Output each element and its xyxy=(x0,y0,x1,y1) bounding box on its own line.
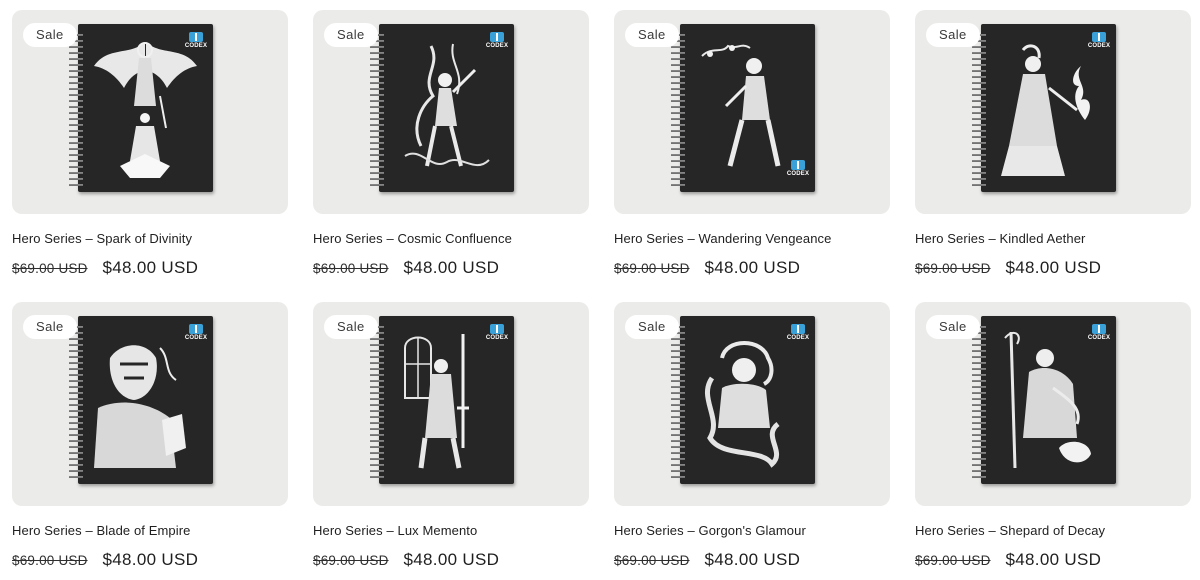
price-row: $69.00 USD $48.00 USD xyxy=(313,258,589,278)
spiral-binding xyxy=(370,324,384,480)
codex-logo: CODEX xyxy=(787,160,809,182)
original-price: $69.00 USD xyxy=(614,261,690,276)
original-price: $69.00 USD xyxy=(313,261,389,276)
notebook-cover: CODEX xyxy=(78,24,213,192)
notebook-cover: CODEX xyxy=(379,24,514,192)
product-card-lux-memento[interactable]: Sale CODEX Hero Series – Lux Memento $69… xyxy=(313,302,589,580)
price-row: $69.00 USD $48.00 USD xyxy=(12,258,288,278)
sale-price: $48.00 USD xyxy=(1005,258,1102,277)
sorceress-illustration xyxy=(404,43,490,167)
product-title[interactable]: Hero Series – Wandering Vengeance xyxy=(614,231,890,247)
sale-price: $48.00 USD xyxy=(1005,550,1102,569)
sale-price: $48.00 USD xyxy=(403,550,500,569)
sale-badge: Sale xyxy=(926,315,980,339)
sale-badge: Sale xyxy=(23,315,77,339)
price-row: $69.00 USD $48.00 USD xyxy=(915,258,1191,278)
product-image[interactable]: Sale CODEX xyxy=(614,302,890,506)
original-price: $69.00 USD xyxy=(614,553,690,568)
product-title[interactable]: Hero Series – Lux Memento xyxy=(313,523,589,539)
book-icon xyxy=(1092,32,1106,42)
codex-logo: CODEX xyxy=(486,324,508,346)
notebook-cover: CODEX xyxy=(680,24,815,192)
product-card-blade-of-empire[interactable]: Sale CODEX Hero Series – Blade of Empire… xyxy=(12,302,288,580)
mage-illustration xyxy=(1001,44,1090,176)
angel-illustration xyxy=(94,42,197,178)
shepherd-illustration xyxy=(1004,331,1091,469)
sale-price: $48.00 USD xyxy=(102,550,199,569)
sale-price: $48.00 USD xyxy=(102,258,199,277)
book-icon xyxy=(791,160,805,170)
book-icon xyxy=(189,324,203,334)
original-price: $69.00 USD xyxy=(12,553,88,568)
original-price: $69.00 USD xyxy=(313,553,389,568)
notebook-cover: CODEX xyxy=(981,316,1116,484)
product-card-cosmic-confluence[interactable]: Sale CODEX Hero Series – Cosmic Confluen… xyxy=(313,10,589,288)
spiral-binding xyxy=(370,32,384,188)
sale-price: $48.00 USD xyxy=(704,550,801,569)
product-image[interactable]: Sale CODEX xyxy=(12,302,288,506)
product-grid: Sale CODEX Hero Series – Spark of Divini… xyxy=(12,10,1191,580)
product-title[interactable]: Hero Series – Kindled Aether xyxy=(915,231,1191,247)
product-card-shepard-of-decay[interactable]: Sale CODEX Hero Series – Shepard of Deca… xyxy=(915,302,1191,580)
notebook-cover: CODEX xyxy=(78,316,213,484)
product-image[interactable]: Sale CODEX xyxy=(313,10,589,214)
book-icon xyxy=(791,324,805,334)
sale-badge: Sale xyxy=(625,315,679,339)
spiral-binding xyxy=(671,32,685,188)
price-row: $69.00 USD $48.00 USD xyxy=(614,258,890,278)
product-card-kindled-aether[interactable]: Sale CODEX Hero Series – Kindled Aether xyxy=(915,10,1191,288)
gorgon-illustration xyxy=(704,341,780,468)
book-icon xyxy=(1092,324,1106,334)
sale-badge: Sale xyxy=(926,23,980,47)
sale-badge: Sale xyxy=(324,315,378,339)
price-row: $69.00 USD $48.00 USD xyxy=(614,550,890,570)
notebook-cover: CODEX xyxy=(981,24,1116,192)
knight-illustration xyxy=(404,334,469,469)
product-title[interactable]: Hero Series – Spark of Divinity xyxy=(12,231,288,247)
sale-price: $48.00 USD xyxy=(403,258,500,277)
spiral-binding xyxy=(972,324,986,480)
notebook-cover: CODEX xyxy=(680,316,815,484)
original-price: $69.00 USD xyxy=(915,261,991,276)
product-card-gorgons-glamour[interactable]: Sale CODEX Hero Series – Gorgon's Glamou… xyxy=(614,302,890,580)
original-price: $69.00 USD xyxy=(12,261,88,276)
spiral-binding xyxy=(972,32,986,188)
codex-logo: CODEX xyxy=(787,324,809,346)
sale-badge: Sale xyxy=(625,23,679,47)
codex-logo: CODEX xyxy=(486,32,508,54)
product-title[interactable]: Hero Series – Shepard of Decay xyxy=(915,523,1191,539)
product-title[interactable]: Hero Series – Gorgon's Glamour xyxy=(614,523,890,539)
price-row: $69.00 USD $48.00 USD xyxy=(915,550,1191,570)
book-icon xyxy=(490,32,504,42)
sale-price: $48.00 USD xyxy=(704,258,801,277)
warrior-illustration xyxy=(94,345,186,468)
product-image[interactable]: Sale CODEX xyxy=(12,10,288,214)
codex-logo: CODEX xyxy=(185,324,207,346)
product-card-spark-of-divinity[interactable]: Sale CODEX Hero Series – Spark of Divini… xyxy=(12,10,288,288)
book-icon xyxy=(490,324,504,334)
codex-logo: CODEX xyxy=(185,32,207,54)
codex-logo: CODEX xyxy=(1088,32,1110,54)
product-title[interactable]: Hero Series – Cosmic Confluence xyxy=(313,231,589,247)
product-card-wandering-vengeance[interactable]: Sale CODEX Hero Series – Wandering Venge… xyxy=(614,10,890,288)
product-image[interactable]: Sale CODEX xyxy=(614,10,890,214)
original-price: $69.00 USD xyxy=(915,553,991,568)
codex-logo: CODEX xyxy=(1088,324,1110,346)
product-title[interactable]: Hero Series – Blade of Empire xyxy=(12,523,288,539)
price-row: $69.00 USD $48.00 USD xyxy=(313,550,589,570)
product-image[interactable]: Sale CODEX xyxy=(313,302,589,506)
spiral-binding xyxy=(69,324,83,480)
book-icon xyxy=(189,32,203,42)
price-row: $69.00 USD $48.00 USD xyxy=(12,550,288,570)
product-image[interactable]: Sale CODEX xyxy=(915,302,1191,506)
sale-badge: Sale xyxy=(23,23,77,47)
notebook-cover: CODEX xyxy=(379,316,514,484)
product-image[interactable]: Sale CODEX xyxy=(915,10,1191,214)
sale-badge: Sale xyxy=(324,23,378,47)
spiral-binding xyxy=(69,32,83,188)
spiral-binding xyxy=(671,324,685,480)
